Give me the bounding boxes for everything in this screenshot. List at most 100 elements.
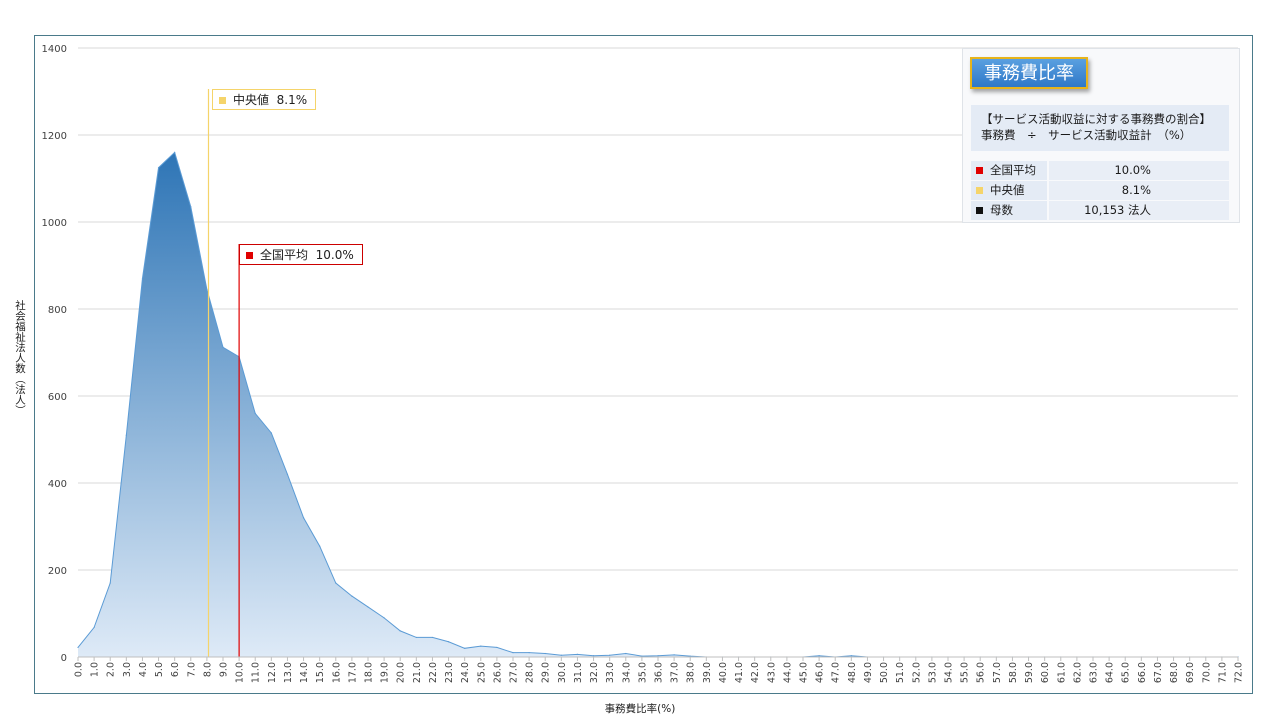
x-tick-label: 12.0 (267, 662, 278, 683)
x-tick-label: 36.0 (654, 662, 665, 683)
panel-row-count: 母数 10,153 法人 (971, 201, 1229, 220)
x-tick-label: 56.0 (976, 662, 987, 683)
y-axis-label: 社会福祉法人数（法人） (14, 300, 26, 416)
x-tick-label: 53.0 (927, 662, 938, 683)
x-tick-label: 45.0 (799, 662, 810, 683)
x-tick-label: 29.0 (541, 662, 552, 683)
data-point (174, 151, 176, 153)
mean-square-icon (976, 167, 983, 174)
data-point (850, 655, 852, 657)
data-point (77, 646, 79, 649)
x-tick-label: 63.0 (1089, 662, 1100, 683)
mean-marker-icon (246, 252, 253, 259)
x-tick-label: 26.0 (492, 662, 503, 683)
mean-callout-value: 10.0% (315, 248, 354, 262)
data-point (383, 617, 385, 619)
y-tick-label: 600 (48, 392, 67, 403)
panel-desc-line2: 事務費 ÷ サービス活動収益計 （%） (981, 128, 1192, 142)
data-point (512, 652, 514, 654)
y-tick-label: 1000 (42, 218, 67, 229)
x-tick-label: 1.0 (90, 662, 101, 677)
data-point (319, 545, 321, 547)
data-point (609, 654, 611, 656)
data-point (335, 582, 337, 584)
median-callout-value: 8.1% (276, 93, 308, 107)
x-axis-label: 事務費比率(%) (604, 703, 676, 715)
data-point (367, 606, 369, 608)
panel-row-value: 10,153 法人 (1084, 203, 1151, 217)
y-tick-label: 0 (61, 653, 67, 664)
x-tick-label: 37.0 (670, 662, 681, 683)
x-tick-label: 39.0 (702, 662, 713, 683)
data-point (157, 167, 160, 169)
data-point (431, 636, 434, 639)
data-point (560, 654, 562, 656)
x-tick-label: 19.0 (380, 662, 391, 683)
x-tick-label: 51.0 (895, 662, 906, 683)
area-series (77, 151, 1239, 658)
x-tick-label: 5.0 (154, 662, 165, 677)
x-tick-label: 42.0 (750, 662, 761, 683)
data-point (125, 434, 127, 436)
data-point (625, 652, 627, 655)
x-tick-label: 34.0 (621, 662, 632, 683)
data-point (544, 652, 546, 655)
x-tick-label: 71.0 (1217, 662, 1228, 683)
x-tick-label: 3.0 (122, 662, 133, 677)
x-tick-label: 33.0 (605, 662, 616, 683)
data-point (109, 582, 111, 584)
mean-callout-label: 全国平均 (260, 248, 309, 262)
x-tick-label: 13.0 (283, 662, 294, 683)
x-tick-label: 25.0 (476, 662, 487, 683)
area-fill (78, 152, 1238, 657)
panel-row-median: 中央値 8.1% (971, 181, 1229, 200)
data-point (222, 346, 224, 348)
panel-row-label: 母数 (990, 203, 1013, 217)
panel-title: 事務費比率 (970, 57, 1088, 89)
x-tick-label: 65.0 (1121, 662, 1132, 683)
x-tick-label: 9.0 (219, 662, 230, 677)
x-tick-label: 47.0 (831, 662, 842, 683)
data-point (496, 646, 498, 649)
data-point (286, 473, 289, 475)
data-point (415, 636, 417, 639)
x-tick-label: 30.0 (557, 662, 568, 683)
x-tick-label: 2.0 (106, 662, 117, 677)
x-tick-label: 23.0 (444, 662, 455, 683)
x-tick-label: 67.0 (1153, 662, 1164, 683)
x-tick-label: 41.0 (734, 662, 745, 683)
x-tick-label: 4.0 (138, 662, 149, 677)
x-tick-label: 17.0 (347, 662, 358, 683)
y-tick-label: 200 (48, 566, 67, 577)
x-tick-label: 31.0 (573, 662, 584, 683)
y-tick-label: 1400 (42, 44, 67, 55)
x-tick-label: 21.0 (412, 662, 423, 683)
panel-row-label: 中央値 (990, 183, 1025, 197)
panel-description: 【サービス活動収益に対する事務費の割合】 事務費 ÷ サービス活動収益計 （%） (971, 105, 1229, 151)
x-tick-label: 10.0 (235, 662, 246, 683)
x-tick-label: 38.0 (686, 662, 697, 683)
y-tick-label: 1200 (42, 131, 67, 142)
x-tick-label: 68.0 (1169, 662, 1180, 683)
data-point (206, 288, 208, 291)
data-point (270, 432, 272, 434)
x-tick-label: 18.0 (364, 662, 375, 683)
x-tick-label: 6.0 (170, 662, 181, 677)
data-point (657, 655, 659, 657)
x-tick-label: 60.0 (1040, 662, 1051, 683)
data-point (673, 654, 675, 656)
x-tick-label: 28.0 (525, 662, 536, 683)
x-tick-label: 61.0 (1056, 662, 1067, 683)
x-tick-label: 48.0 (847, 662, 858, 683)
panel-row-value: 10.0% (1114, 163, 1151, 177)
median-marker-icon (219, 97, 226, 104)
x-tick-label: 24.0 (460, 662, 471, 683)
x-tick-label: 50.0 (879, 662, 890, 683)
x-tick-label: 32.0 (589, 662, 600, 683)
median-callout-label: 中央値 (233, 93, 270, 107)
x-tick-label: 16.0 (331, 662, 342, 683)
x-tick-label: 0.0 (74, 662, 85, 677)
x-tick-label: 44.0 (782, 662, 793, 683)
data-point (254, 412, 256, 414)
x-tick-label: 62.0 (1072, 662, 1083, 683)
